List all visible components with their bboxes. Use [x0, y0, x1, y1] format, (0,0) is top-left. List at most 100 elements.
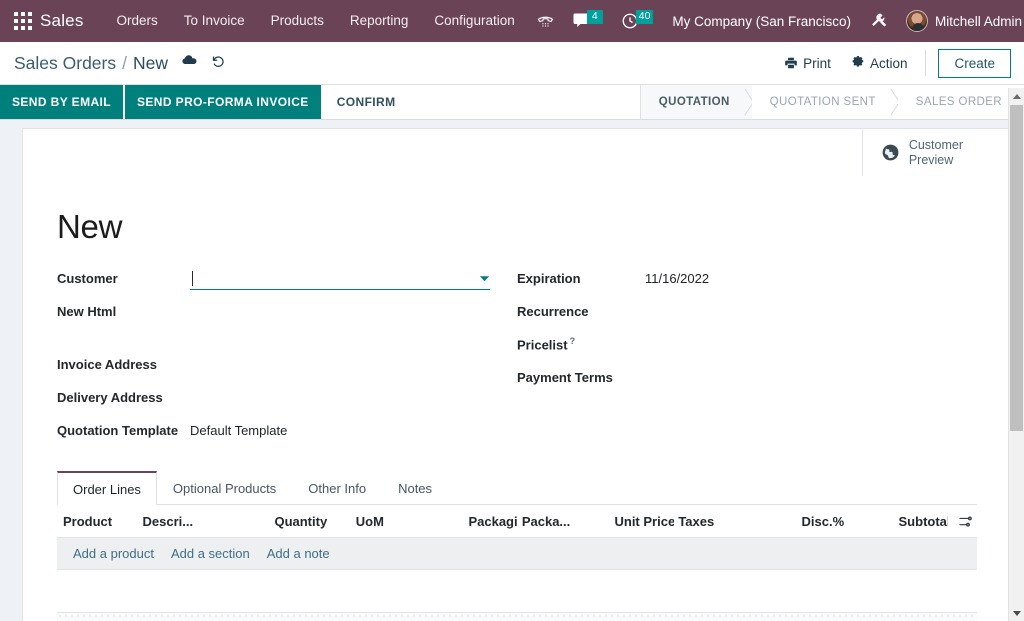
order-lines-empty-row [57, 570, 977, 613]
column-discount[interactable]: Disc.% [798, 514, 895, 529]
stage-quotation[interactable]: QUOTATION [640, 85, 752, 119]
field-row-new-html: New Html [57, 295, 517, 328]
column-product[interactable]: Product [59, 514, 139, 529]
messages-menu-button[interactable]: 4 [563, 0, 612, 42]
field-row-invoice-address: Invoice Address [57, 348, 517, 381]
confirm-button[interactable]: CONFIRM [323, 85, 410, 119]
value-expiration[interactable]: 11/16/2022 [645, 271, 709, 286]
label-payment-terms: Payment Terms [517, 370, 613, 385]
label-pricelist-text: Pricelist [517, 337, 568, 353]
menu-configuration[interactable]: Configuration [421, 0, 527, 42]
action-label: Action [869, 55, 908, 71]
phone-dialpad-icon [537, 13, 554, 30]
menu-products[interactable]: Products [258, 0, 337, 42]
column-quantity[interactable]: Quantity [270, 514, 351, 529]
action-button[interactable]: Action [841, 52, 918, 75]
field-row-recurrence: Recurrence [517, 295, 977, 328]
form-content-area: Customer Preview New Customer New Html I… [0, 120, 1024, 621]
label-expiration: Expiration [517, 271, 581, 286]
form-right-column: Expiration 11/16/2022 Recurrence Priceli… [517, 262, 977, 447]
app-brand-sales[interactable]: Sales [40, 11, 84, 31]
odoo-sales-order-form: Sales Orders To Invoice Products Reporti… [0, 0, 1024, 621]
activities-menu-button[interactable]: 40 [612, 0, 663, 42]
customer-preview-line1: Customer [908, 137, 963, 152]
tools-icon [870, 12, 888, 30]
company-switcher[interactable]: My Company (San Francisco) [662, 14, 861, 29]
scroll-up-arrow[interactable] [1009, 88, 1024, 104]
column-subtotal[interactable]: Subtotal [895, 514, 948, 529]
form-status-bar: SEND BY EMAIL SEND PRO-FORMA INVOICE CON… [0, 85, 1024, 120]
field-row-quotation-template: Quotation Template Default Template [57, 414, 517, 447]
print-button[interactable]: Print [774, 52, 841, 75]
scrollbar-thumb[interactable] [1010, 105, 1023, 431]
label-quotation-template: Quotation Template [57, 423, 179, 438]
column-unit-price[interactable]: Unit Price [610, 514, 674, 529]
customer-preview-line2: Preview [908, 152, 954, 167]
customer-input[interactable] [190, 268, 490, 290]
user-menu-label: Mitchell Admin [934, 13, 1023, 29]
add-a-note-link[interactable]: Add a note [267, 546, 330, 561]
scroll-down-arrow[interactable] [1009, 605, 1024, 621]
stage-sales-order[interactable]: SALES ORDER [897, 85, 1024, 119]
customer-preview-label: Customer Preview [909, 138, 963, 168]
column-packaging[interactable]: Packagi... [464, 514, 517, 529]
page-scrollbar[interactable] [1008, 88, 1024, 621]
field-row-payment-terms: Payment Terms [517, 361, 977, 394]
caret-down-icon[interactable] [479, 273, 490, 284]
menu-orders[interactable]: Orders [104, 0, 171, 42]
label-invoice-address: Invoice Address [57, 357, 157, 372]
form-left-column: Customer New Html Invoice Address Delive… [57, 262, 517, 447]
column-package[interactable]: Packa... [518, 514, 611, 529]
send-proforma-invoice-button[interactable]: SEND PRO-FORMA INVOICE [125, 85, 321, 119]
label-pricelist: Pricelist? [517, 336, 645, 352]
create-button[interactable]: Create [938, 48, 1011, 78]
voip-dialpad-button[interactable] [528, 0, 563, 42]
tab-order-lines[interactable]: Order Lines [57, 471, 157, 505]
breadcrumb-sales-orders[interactable]: Sales Orders [14, 53, 116, 74]
add-a-product-link[interactable]: Add a product [73, 546, 154, 561]
user-menu-button[interactable]: Mitchell Admin [897, 0, 1024, 42]
button-box-bar: Customer Preview [22, 128, 1012, 176]
menu-to-invoice[interactable]: To Invoice [171, 0, 258, 42]
column-description[interactable]: Descri... [139, 514, 271, 529]
control-panel-actions: Print Action Create [774, 48, 1011, 78]
form-sheet: New Customer New Html Invoice Address De… [22, 176, 1012, 621]
stage-pipeline: QUOTATION QUOTATION SENT SALES ORDER [639, 85, 1024, 119]
chatter-placeholder [57, 613, 977, 621]
order-lines-header: Product Descri... Quantity UoM Packagi..… [57, 505, 977, 538]
page-title: New [57, 208, 123, 245]
form-columns: Customer New Html Invoice Address Delive… [57, 262, 977, 447]
text-caret [192, 270, 193, 286]
breadcrumb: Sales Orders / New [14, 52, 226, 74]
undo-icon[interactable] [211, 54, 226, 69]
stage-quotation-sent[interactable]: QUOTATION SENT [751, 85, 898, 119]
debug-tools-button[interactable] [861, 0, 897, 42]
value-quotation-template[interactable]: Default Template [190, 423, 287, 438]
control-panel: Sales Orders / New Print Action Create [0, 42, 1024, 85]
label-delivery-address: Delivery Address [57, 390, 163, 405]
globe-icon [881, 143, 900, 162]
apps-grid-icon[interactable] [14, 12, 32, 30]
label-recurrence: Recurrence [517, 304, 589, 319]
tab-other-info[interactable]: Other Info [292, 471, 382, 505]
field-row-html-spacer [57, 328, 517, 348]
send-by-email-button[interactable]: SEND BY EMAIL [0, 85, 123, 119]
notebook-tabs: Order Lines Optional Products Other Info… [57, 471, 977, 505]
menu-reporting[interactable]: Reporting [337, 0, 422, 42]
messages-count-badge: 4 [586, 9, 603, 24]
column-uom[interactable]: UoM [352, 514, 465, 529]
breadcrumb-separator: / [122, 53, 127, 73]
tooltip-marker-icon[interactable]: ? [570, 336, 576, 346]
column-taxes[interactable]: Taxes [674, 514, 797, 529]
sliders-icon[interactable] [954, 514, 975, 529]
field-row-delivery-address: Delivery Address [57, 381, 517, 414]
tab-optional-products[interactable]: Optional Products [157, 471, 292, 505]
top-navbar: Sales Orders To Invoice Products Reporti… [0, 0, 1024, 42]
customer-preview-button[interactable]: Customer Preview [861, 129, 1011, 176]
control-panel-divider [925, 50, 927, 76]
add-a-section-link[interactable]: Add a section [171, 546, 250, 561]
tab-notes[interactable]: Notes [382, 471, 448, 505]
label-new-html: New Html [57, 304, 117, 319]
avatar [905, 10, 928, 32]
cloud-upload-icon[interactable] [181, 52, 198, 69]
